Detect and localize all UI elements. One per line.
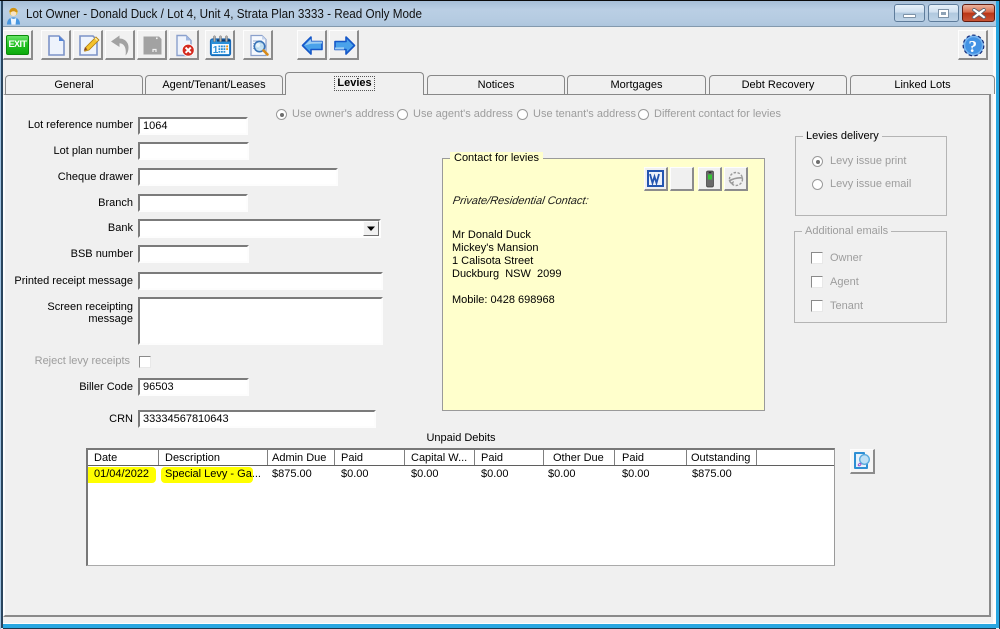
svg-text:?: ?	[969, 37, 978, 56]
svg-text:1: 1	[213, 45, 219, 56]
